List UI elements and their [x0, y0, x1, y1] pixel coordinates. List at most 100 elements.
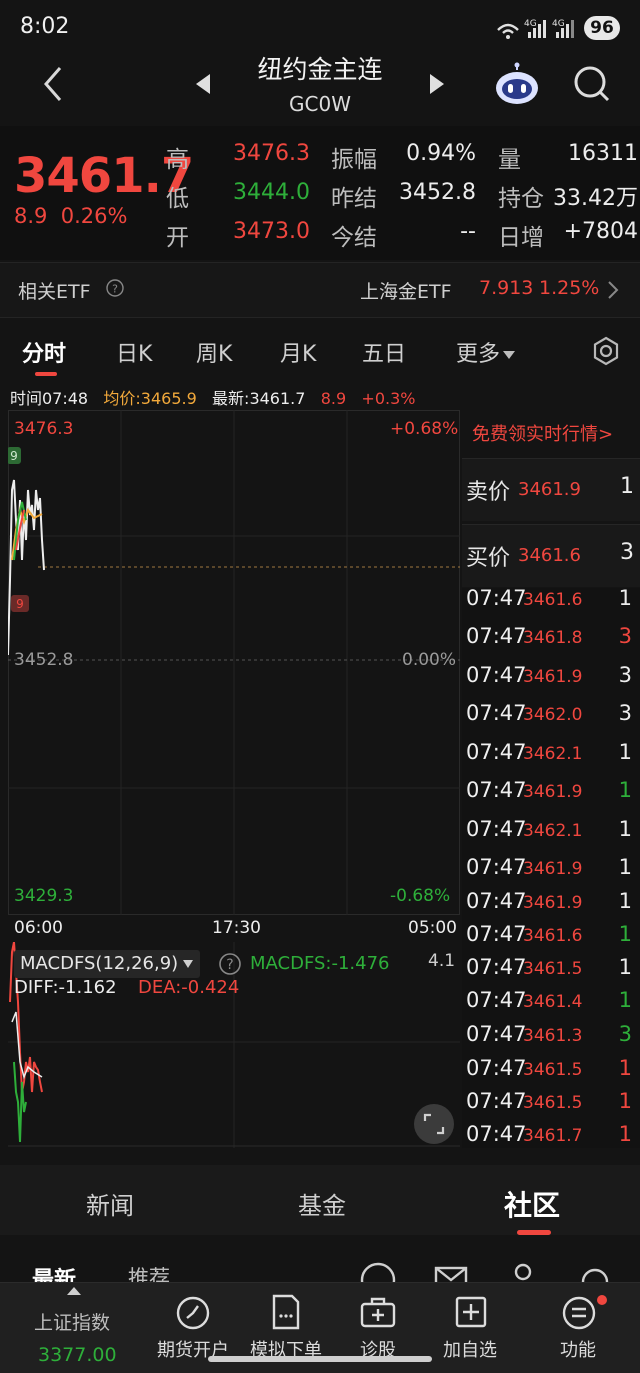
trade-price: 3462.1 — [523, 744, 583, 764]
svg-text:?: ? — [112, 283, 118, 296]
trade-price: 3461.8 — [523, 628, 583, 648]
trade-price: 3461.9 — [523, 893, 583, 913]
search-button[interactable] — [572, 64, 612, 104]
ask-volume: 1 — [620, 474, 634, 499]
trade-volume: 3 — [618, 663, 632, 687]
chart-settings-icon[interactable] — [591, 336, 621, 366]
user-icon[interactable] — [510, 1262, 536, 1282]
free-realtime-link[interactable]: 免费领实时行情> — [472, 420, 613, 446]
macd-value: MACDFS:-1.476 — [250, 953, 390, 974]
high-marker-label: 9 — [10, 449, 18, 463]
trade-row: 07:47 3461.6 1 — [464, 922, 640, 955]
trade-row: 07:47 3461.9 1 — [464, 778, 640, 811]
tab-fund[interactable]: 基金 — [298, 1186, 346, 1221]
functions-button[interactable]: 功能 — [523, 1336, 633, 1362]
prev-settle-value: 3452.8 — [399, 180, 476, 205]
tab-more[interactable]: 更多 — [456, 336, 516, 368]
assistant-button[interactable] — [494, 62, 540, 106]
trade-volume: 1 — [618, 922, 632, 946]
open-label: 开 — [166, 225, 189, 251]
refresh-icon[interactable] — [578, 1262, 612, 1282]
open-interest-value: 33.42万 — [553, 186, 638, 211]
trade-volume: 1 — [618, 1089, 632, 1113]
macd-selector[interactable]: MACDFS(12,26,9) — [14, 950, 201, 978]
bid-price: 3461.6 — [518, 545, 581, 566]
simulate-order-icon[interactable] — [270, 1294, 302, 1330]
subtab-recommend[interactable]: 推荐 — [128, 1262, 170, 1282]
help-icon[interactable]: ? — [218, 952, 242, 976]
tab-monthly-k[interactable]: 月K — [280, 336, 316, 368]
trade-time: 07:47 — [466, 955, 527, 979]
trade-price: 3461.9 — [523, 859, 583, 879]
trade-row: 07:47 3461.9 1 — [464, 855, 640, 888]
next-contract-button[interactable] — [428, 72, 446, 100]
axis-x-mid: 17:30 — [212, 918, 261, 938]
tab-daily-k[interactable]: 日K — [116, 336, 152, 368]
prev-settle-label: 昨结 — [331, 186, 377, 212]
trade-row: 07:47 3461.5 1 — [464, 955, 640, 988]
trade-volume: 1 — [618, 1122, 632, 1146]
trade-price: 3461.4 — [523, 992, 583, 1012]
index-name[interactable]: 上证指数 — [34, 1308, 110, 1335]
robot-icon — [496, 62, 538, 104]
diagnose-icon[interactable] — [360, 1296, 396, 1330]
etf-name: 上海金ETF — [360, 281, 452, 303]
price-change: 8.9 0.26% — [14, 204, 127, 228]
trade-time: 07:47 — [466, 586, 527, 610]
axis-mid-percent: 0.00% — [402, 650, 457, 670]
intraday-chart-grid: 9 9 — [8, 410, 460, 915]
tab-timeshare[interactable]: 分时 — [22, 336, 66, 368]
home-indicator — [208, 1356, 432, 1362]
daily-change-label: 日增 — [498, 225, 544, 251]
active-tab-indicator — [35, 372, 57, 376]
trade-row: 07:47 3461.6 1 — [464, 586, 640, 619]
fullscreen-button[interactable] — [414, 1104, 454, 1144]
trade-volume: 1 — [618, 855, 632, 879]
related-etf-label: 相关ETF — [18, 281, 91, 303]
trade-volume: 1 — [618, 586, 632, 610]
tab-community[interactable]: 社区 — [504, 1184, 560, 1224]
back-button[interactable] — [34, 64, 74, 104]
open-account-icon[interactable] — [176, 1296, 210, 1330]
trade-time: 07:47 — [466, 701, 527, 725]
community-subtabs: 最新 推荐 — [0, 1240, 640, 1282]
axis-bottom-price: 3429.3 — [14, 886, 74, 906]
trade-volume: 3 — [618, 624, 632, 648]
ask-label: 卖价 — [466, 480, 511, 505]
help-icon[interactable]: ? — [106, 279, 124, 297]
low-marker-label: 9 — [16, 597, 24, 611]
axis-mid-price: 3452.8 — [14, 650, 74, 670]
trade-price: 3461.6 — [523, 590, 583, 610]
amplitude-value: 0.94% — [406, 141, 476, 166]
mail-icon[interactable] — [434, 1264, 468, 1282]
trade-row: 07:47 3461.9 3 — [464, 663, 640, 696]
high-value: 3476.3 — [233, 141, 310, 166]
trade-volume: 1 — [618, 889, 632, 913]
trade-time: 07:47 — [466, 1022, 527, 1046]
add-watchlist-icon[interactable] — [455, 1296, 487, 1328]
subtab-latest[interactable]: 最新 — [32, 1262, 76, 1282]
trade-row: 07:47 3461.5 1 — [464, 1089, 640, 1122]
trade-volume: 3 — [618, 701, 632, 725]
trade-row: 07:47 3461.5 1 — [464, 1056, 640, 1089]
low-label: 低 — [166, 186, 189, 212]
section-tab-indicator — [517, 1230, 551, 1235]
tab-five-day[interactable]: 五日 — [362, 336, 406, 368]
info-latest: 最新:3461.7 — [212, 389, 306, 408]
open-interest-label: 持仓 — [498, 186, 544, 212]
caret-right-icon — [430, 74, 444, 94]
bid-label: 买价 — [466, 546, 511, 571]
tab-weekly-k[interactable]: 周K — [196, 336, 232, 368]
crosshair-info: 时间07:48 均价:3465.9 最新:3461.7 8.9 +0.3% — [10, 385, 415, 409]
caret-down-icon — [183, 960, 194, 968]
macd-scale: 4.1 — [428, 951, 456, 971]
trade-price: 3461.5 — [523, 959, 583, 979]
settle-label: 今结 — [331, 225, 377, 251]
menu-icon[interactable] — [562, 1296, 596, 1330]
info-percent: +0.3% — [361, 389, 416, 408]
trade-time: 07:47 — [466, 1122, 527, 1146]
compose-icon[interactable] — [360, 1262, 396, 1282]
axis-bottom-percent: -0.68% — [390, 886, 451, 906]
tab-news[interactable]: 新闻 — [86, 1186, 134, 1221]
expand-icon — [423, 1113, 445, 1135]
